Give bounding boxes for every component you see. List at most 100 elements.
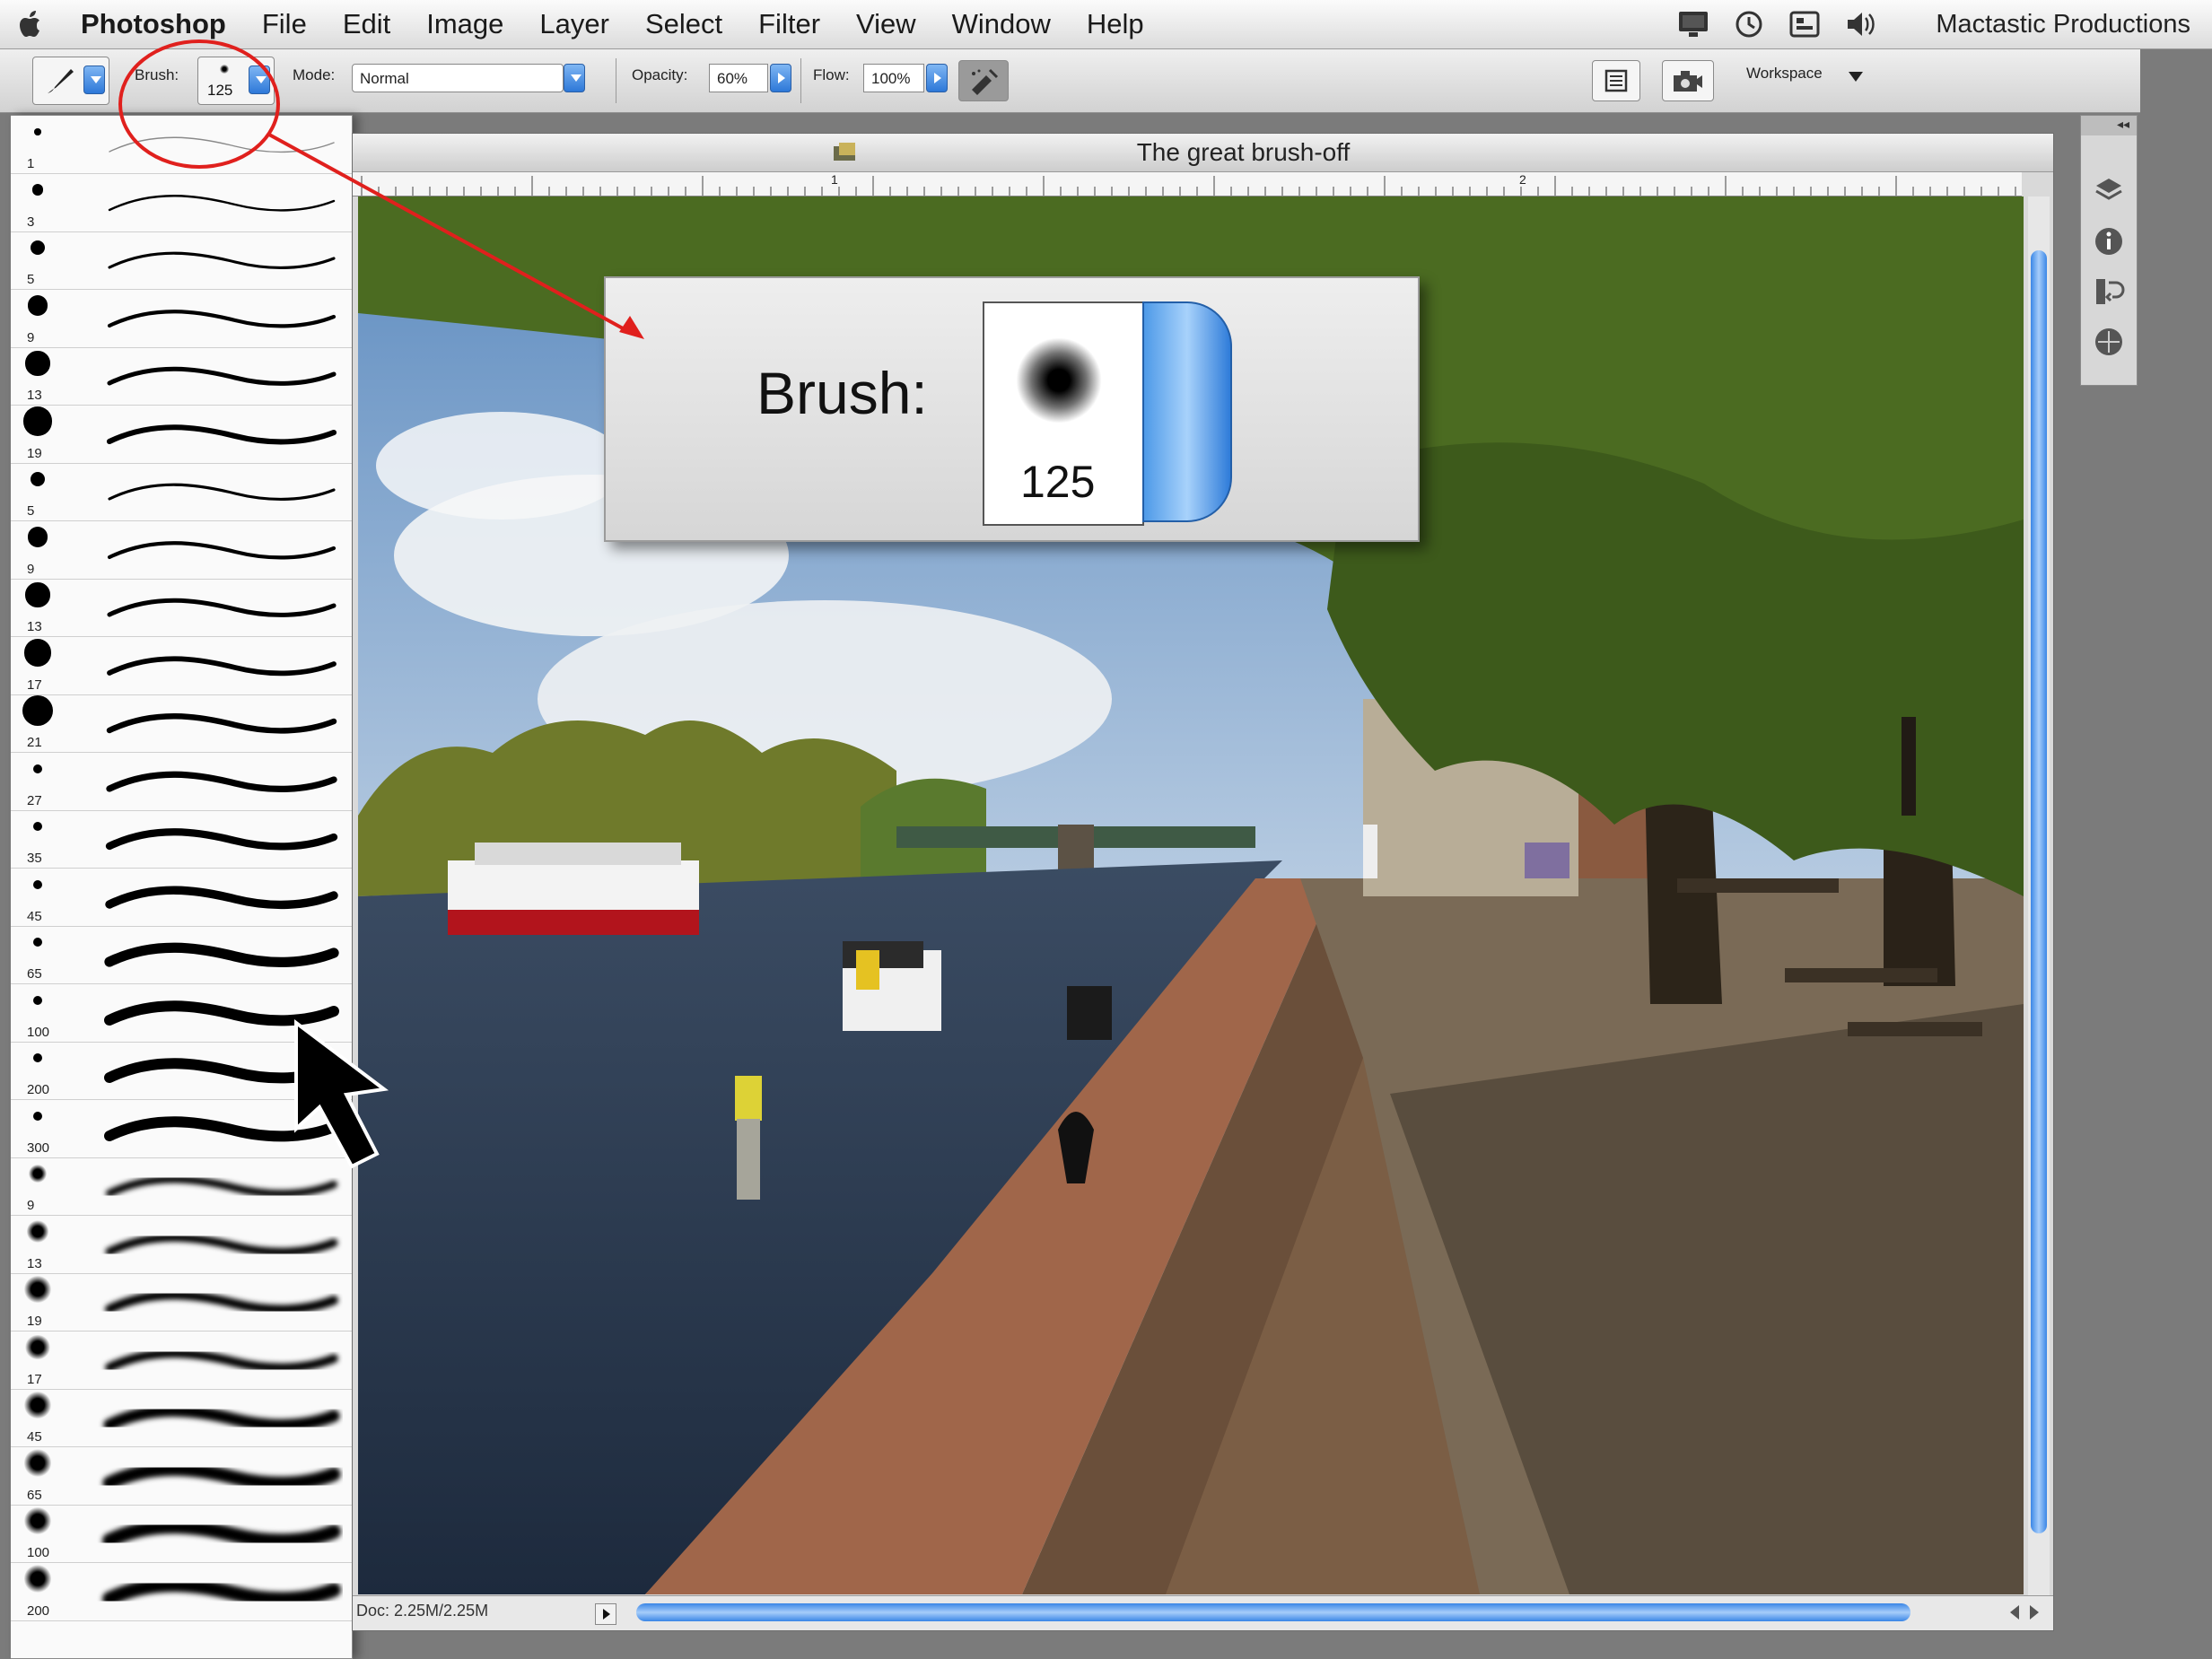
ruler-ticks (361, 176, 2016, 196)
opacity-slider-button[interactable] (770, 64, 791, 92)
flow-slider-button[interactable] (926, 64, 948, 92)
vertical-scroll-thumb[interactable] (2031, 250, 2047, 1533)
brush-preset-item[interactable]: 100 (11, 1505, 352, 1563)
menu-view[interactable]: View (838, 8, 934, 40)
brush-preset-item[interactable]: 19 (11, 1273, 352, 1332)
workspace-arrow-icon[interactable] (1849, 72, 1863, 82)
layers-icon[interactable] (2093, 175, 2125, 207)
brush-preset-item[interactable]: 300 (11, 1100, 352, 1158)
tool-preset-arrow[interactable] (83, 65, 105, 94)
doc-size-info[interactable]: Doc: 2.25M/2.25M (356, 1602, 488, 1620)
brush-tip-icon (34, 128, 41, 135)
volume-icon[interactable] (1844, 8, 1876, 40)
brush-stroke-preview (108, 251, 336, 269)
brush-preset-item[interactable]: 200 (11, 1042, 352, 1100)
mode-select[interactable]: Normal (352, 64, 564, 92)
brush-stroke-preview (104, 1115, 339, 1141)
menu-filter[interactable]: Filter (740, 8, 838, 40)
brush-tip-icon (26, 1220, 49, 1243)
brush-size-label: 200 (27, 1602, 50, 1619)
brush-preset-item[interactable]: 17 (11, 1332, 352, 1390)
brush-callout-zoom: Brush: 125 (604, 276, 1420, 542)
brush-size-label: 9 (27, 561, 35, 577)
menu-app-name[interactable]: Photoshop (63, 8, 244, 40)
menu-layer[interactable]: Layer (521, 8, 627, 40)
brush-picker-arrow[interactable] (249, 65, 270, 94)
dock-header[interactable]: ◂◂ (2081, 116, 2137, 135)
brush-preset-item[interactable]: 45 (11, 869, 352, 927)
menu-edit[interactable]: Edit (325, 8, 408, 40)
brush-tip-icon (28, 1164, 48, 1183)
horizontal-ruler[interactable]: 1 2 (353, 172, 2022, 196)
brush-preset-item[interactable]: 9 (11, 290, 352, 348)
brush-preset-item[interactable]: 19 (11, 406, 352, 464)
brush-preset-item[interactable]: 65 (11, 926, 352, 984)
brush-preset-item[interactable]: 13 (11, 1216, 352, 1274)
collapse-icon[interactable]: ◂◂ (2117, 117, 2129, 132)
brush-preset-item[interactable]: 21 (11, 694, 352, 753)
options-bar: Brush: 125 Mode: Normal Opacity: 60% Flo… (0, 49, 2140, 113)
tool-preset-picker[interactable] (32, 57, 109, 105)
brush-stroke-preview (105, 1175, 338, 1198)
brush-stroke-preview (107, 540, 337, 559)
brush-preset-item[interactable]: 200 (11, 1563, 352, 1621)
brush-preset-item[interactable]: 1 (11, 116, 352, 174)
navigator-icon[interactable] (2093, 326, 2125, 358)
apple-menu-icon[interactable] (0, 0, 63, 48)
mode-select-arrow[interactable] (564, 64, 585, 92)
brush-tip-icon (30, 240, 46, 256)
brush-preset-item[interactable]: 9 (11, 521, 352, 580)
input-menu-icon[interactable] (1788, 8, 1821, 40)
brush-preset-item[interactable]: 5 (11, 463, 352, 521)
status-menu-button[interactable] (595, 1603, 616, 1625)
brush-tip-icon (24, 1276, 51, 1303)
brush-preset-item[interactable]: 17 (11, 637, 352, 695)
brush-preset-item[interactable]: 13 (11, 579, 352, 637)
brush-tip-icon (27, 527, 48, 547)
brush-preset-item[interactable]: 5 (11, 231, 352, 290)
brush-preset-item[interactable]: 13 (11, 347, 352, 406)
airbrush-toggle[interactable] (958, 60, 1009, 101)
workspace-menu[interactable]: Workspace (1746, 65, 1823, 83)
document-proxy-icon[interactable] (832, 141, 859, 162)
brush-size-label: 300 (27, 1139, 50, 1156)
brush-stroke-preview (108, 194, 336, 212)
menu-help[interactable]: Help (1069, 8, 1162, 40)
brush-stroke-preview (107, 309, 337, 327)
info-icon[interactable] (2093, 225, 2125, 258)
menu-image[interactable]: Image (408, 8, 521, 40)
menu-select[interactable]: Select (627, 8, 740, 40)
history-icon[interactable] (2093, 275, 2125, 308)
vertical-scrollbar[interactable] (2028, 196, 2050, 1596)
document-titlebar[interactable]: The great brush-off (353, 134, 2053, 172)
brush-size-label: 9 (27, 329, 35, 345)
palette-well-button[interactable] (1592, 60, 1640, 101)
brush-picker[interactable]: 125 (197, 57, 275, 105)
brush-preset-item[interactable]: 27 (11, 753, 352, 811)
time-machine-icon[interactable] (1733, 8, 1765, 40)
menu-window[interactable]: Window (934, 8, 1069, 40)
brush-preset-item[interactable]: 3 (11, 174, 352, 232)
brush-stroke-preview (102, 1519, 341, 1549)
horizontal-scroll-thumb[interactable] (636, 1603, 1910, 1621)
display-icon[interactable] (1677, 8, 1709, 40)
menu-file[interactable]: File (244, 8, 325, 40)
bridge-button[interactable] (1662, 60, 1714, 101)
brush-stroke-preview (108, 483, 336, 501)
brush-preset-item[interactable]: 45 (11, 1389, 352, 1447)
brush-tip-icon (23, 639, 52, 667)
brush-size-label: 65 (27, 1487, 42, 1503)
brush-preset-item[interactable]: 100 (11, 984, 352, 1043)
opacity-field[interactable]: 60% (709, 64, 768, 92)
brush-preset-item[interactable]: 9 (11, 1157, 352, 1216)
callout-brush-tip-icon (1016, 337, 1102, 423)
separator (800, 58, 801, 103)
scroll-left-arrow-icon[interactable] (2010, 1605, 2019, 1620)
brush-stroke-preview (105, 886, 338, 909)
brush-tip-icon (31, 184, 44, 196)
brush-preset-item[interactable]: 35 (11, 810, 352, 869)
scroll-right-arrow-icon[interactable] (2030, 1605, 2039, 1620)
flow-field[interactable]: 100% (863, 64, 924, 92)
brush-size-label: 19 (27, 1314, 42, 1329)
brush-preset-item[interactable]: 65 (11, 1447, 352, 1506)
